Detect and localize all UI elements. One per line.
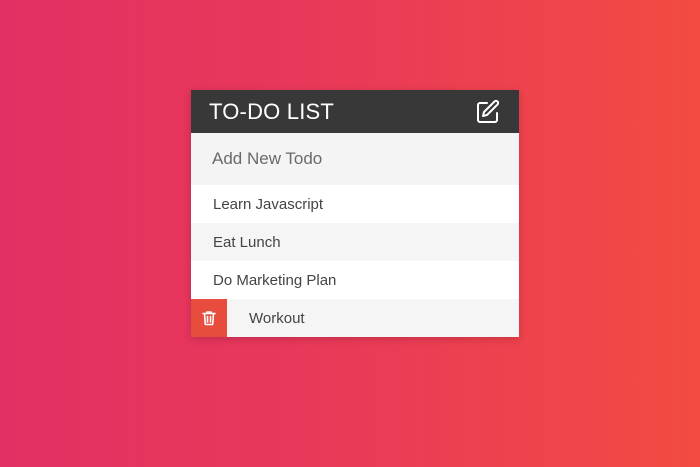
add-todo-input[interactable] bbox=[191, 133, 519, 185]
edit-button[interactable] bbox=[474, 98, 502, 126]
list-item-label: Learn Javascript bbox=[213, 195, 324, 213]
list-item[interactable]: Workout bbox=[191, 299, 519, 337]
todo-header: TO-DO LIST bbox=[191, 90, 519, 133]
list-item-label: Workout bbox=[249, 309, 305, 327]
page-title: TO-DO LIST bbox=[209, 98, 335, 124]
list-item[interactable]: Do Marketing Plan bbox=[191, 261, 519, 299]
todo-card: TO-DO LIST Learn Javascript Eat Lunch Do… bbox=[191, 90, 519, 337]
list-item-label: Do Marketing Plan bbox=[213, 271, 337, 289]
delete-button[interactable] bbox=[191, 299, 227, 337]
list-item[interactable]: Learn Javascript bbox=[191, 185, 519, 223]
todo-list: Learn Javascript Eat Lunch Do Marketing … bbox=[191, 185, 519, 337]
trash-icon bbox=[202, 311, 216, 326]
list-item-label: Eat Lunch bbox=[213, 233, 281, 251]
list-item[interactable]: Eat Lunch bbox=[191, 223, 519, 261]
edit-icon bbox=[477, 99, 500, 123]
add-todo-row bbox=[191, 133, 519, 185]
